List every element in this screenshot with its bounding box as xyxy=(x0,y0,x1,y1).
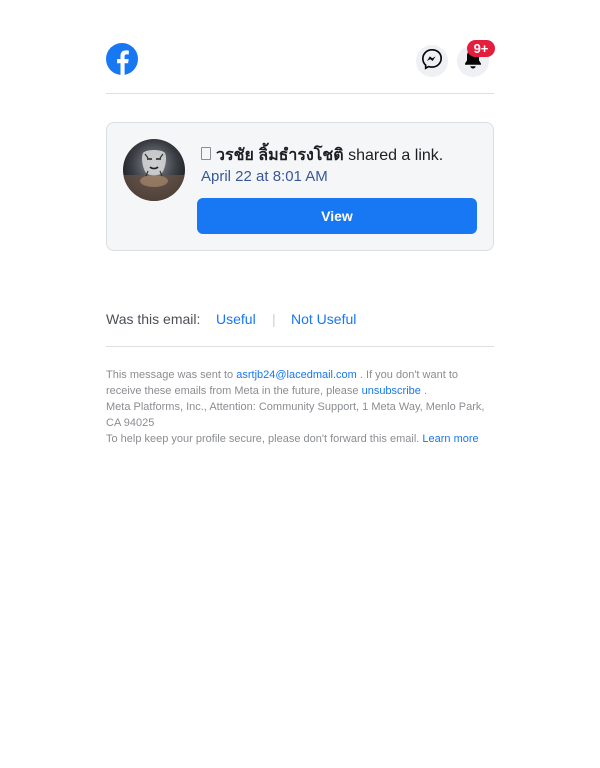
notification-headline: วรชัย ลิ้มธำรงโชติ shared a link. xyxy=(201,143,443,168)
feedback-separator: | xyxy=(272,311,276,327)
notification-timestamp: April 22 at 8:01 AM xyxy=(201,168,328,185)
sent-prefix: This message was sent to xyxy=(106,369,234,381)
unsubscribe-link[interactable]: unsubscribe xyxy=(362,385,421,397)
unsubscribe-suffix: . xyxy=(423,385,428,397)
messenger-button[interactable] xyxy=(416,45,448,77)
view-button[interactable]: View xyxy=(197,198,477,234)
facebook-logo-icon[interactable] xyxy=(106,43,138,75)
notification-card: วรชัย ลิ้มธำรงโชติ shared a link. April … xyxy=(106,122,494,251)
action-text: shared a link. xyxy=(348,147,444,164)
recipient-email-link[interactable]: asrtjb24@lacedmail.com xyxy=(236,369,357,381)
email-feedback: Was this email: Useful | Not Useful xyxy=(106,311,356,331)
not-useful-link[interactable]: Not Useful xyxy=(291,311,356,327)
feedback-question: Was this email: xyxy=(106,311,201,327)
security-note: To help keep your profile secure, please… xyxy=(106,433,420,445)
footer-divider xyxy=(106,346,494,347)
missing-glyph-icon xyxy=(201,147,211,160)
learn-more-link[interactable]: Learn more xyxy=(422,433,478,445)
email-header: 9+ xyxy=(106,40,495,80)
header-divider xyxy=(106,93,494,94)
notification-count-badge: 9+ xyxy=(467,40,495,57)
footer-security-text: To help keep your profile secure, please… xyxy=(106,431,494,447)
footer-address: Meta Platforms, Inc., Attention: Communi… xyxy=(106,401,485,429)
actor-name[interactable]: วรชัย ลิ้มธำรงโชติ xyxy=(216,147,344,164)
footer-recipient-text: This message was sent to asrtjb24@lacedm… xyxy=(106,367,494,399)
useful-link[interactable]: Useful xyxy=(216,311,256,327)
messenger-icon xyxy=(421,48,443,75)
email-footer: This message was sent to asrtjb24@lacedm… xyxy=(106,367,494,447)
avatar[interactable] xyxy=(123,139,185,201)
